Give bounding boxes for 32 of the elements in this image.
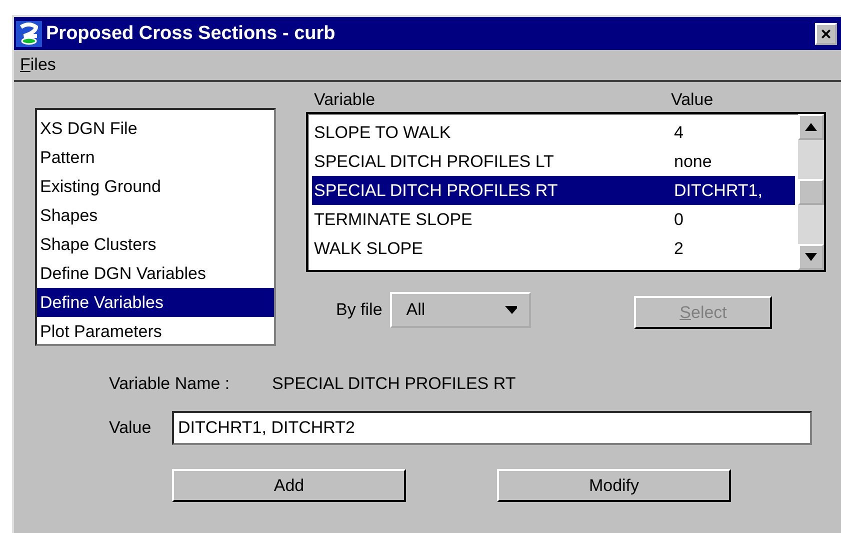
column-header: Variable: [314, 90, 376, 111]
category-item[interactable]: XS DGN File: [37, 114, 274, 143]
table-row[interactable]: SPECIAL DITCH PROFILES LT none: [312, 147, 795, 176]
column-header: Value: [671, 90, 714, 111]
scroll-thumb[interactable]: [798, 179, 824, 205]
dropdown-arrow-icon: [505, 306, 518, 314]
table-row[interactable]: TERMINATE SLOPE 0: [312, 205, 795, 234]
category-item[interactable]: Define Variables: [37, 288, 274, 317]
category-item[interactable]: Plot Parameters: [37, 317, 274, 346]
by-file-label: By file: [336, 300, 382, 320]
variable-name-value: SPECIAL DITCH PROFILES RT: [272, 374, 516, 394]
category-item[interactable]: Existing Ground: [37, 172, 274, 201]
variable-name-label: Variable Name :: [109, 374, 231, 394]
down-arrow-icon: [805, 253, 817, 261]
category-item[interactable]: Shapes: [37, 201, 274, 230]
file-dropdown[interactable]: All: [390, 292, 532, 328]
value-label: Value: [109, 418, 152, 438]
app-logo-icon: [16, 20, 42, 46]
window-title: Proposed Cross Sections - curb: [46, 22, 336, 44]
add-button[interactable]: Add: [172, 469, 406, 502]
up-arrow-icon: [805, 123, 817, 131]
table-row[interactable]: SPECIAL DITCH PROFILES RT DITCHRT1,: [312, 176, 795, 205]
category-item[interactable]: Pattern: [37, 143, 274, 172]
category-item[interactable]: Shape Clusters: [37, 230, 274, 259]
scrollbar[interactable]: [798, 114, 824, 270]
table-row[interactable]: SLOPE TO WALK 4: [312, 118, 795, 147]
value-field[interactable]: DITCHRT1, DITCHRT2: [172, 411, 812, 445]
menu-item[interactable]: Files: [20, 55, 56, 75]
modify-button[interactable]: Modify: [497, 469, 731, 502]
close-button[interactable]: ×: [815, 22, 837, 44]
category-item[interactable]: Define DGN Variables: [37, 259, 274, 288]
table-row[interactable]: WALK SLOPE 2: [312, 234, 795, 263]
